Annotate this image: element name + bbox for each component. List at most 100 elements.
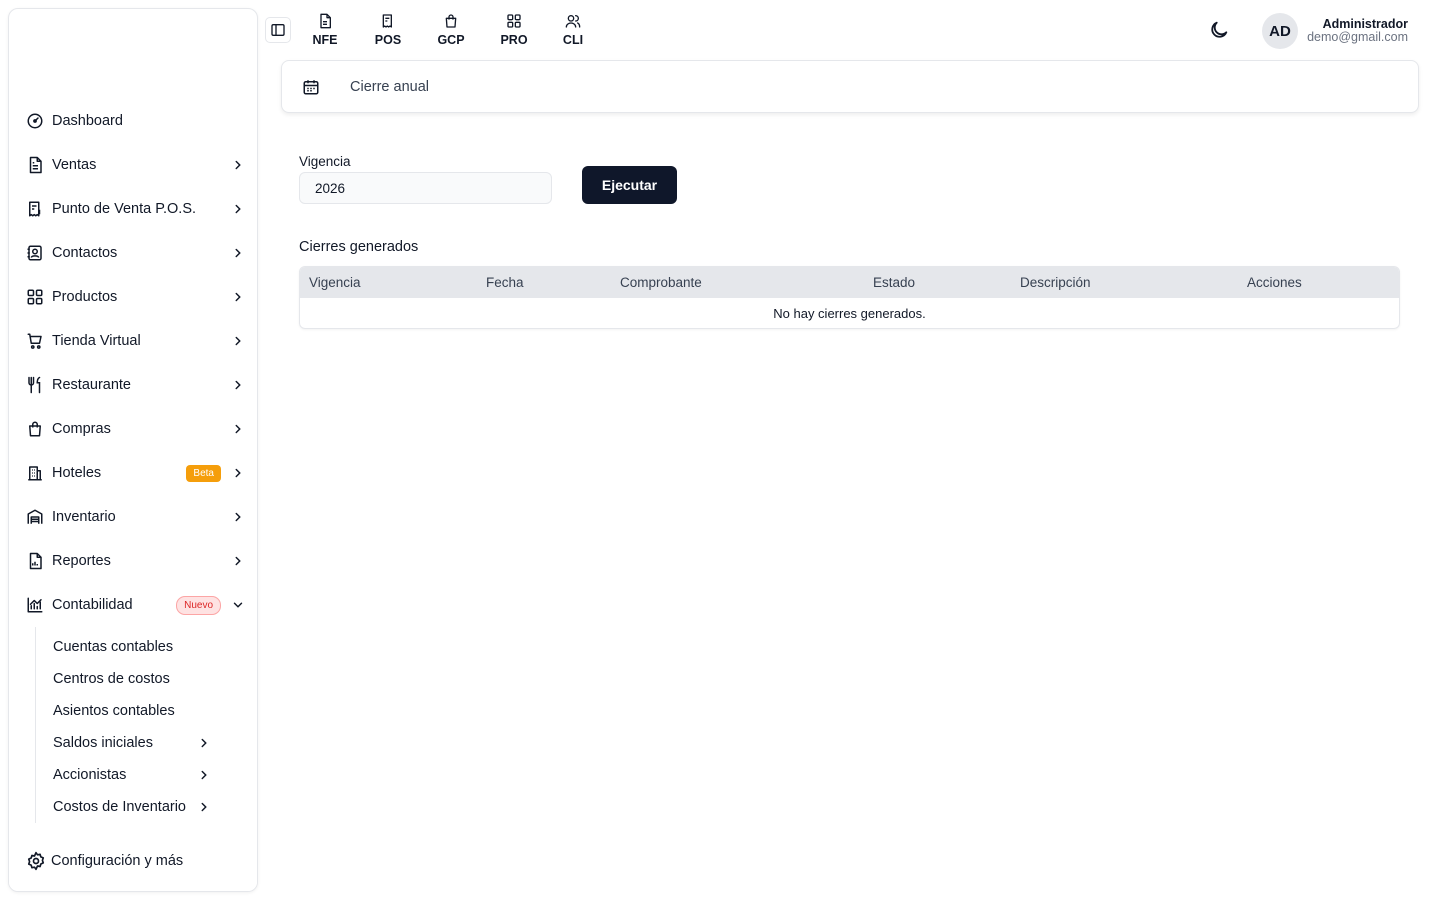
app-pos[interactable]: POS [352, 10, 424, 50]
subitem-label: Cuentas contables [53, 639, 174, 655]
receipt-icon [380, 13, 396, 33]
chevron-right-icon [231, 246, 245, 260]
chevron-right-icon [197, 736, 211, 750]
sidebar-item-label: Contabilidad [52, 597, 133, 613]
app-label: POS [374, 33, 402, 47]
column-header-estado: Estado [873, 275, 916, 290]
settings-button[interactable]: Configuración y más [9, 831, 257, 891]
subitem-saldos-iniciales[interactable]: Saldos iniciales [36, 727, 257, 759]
receipt-icon [26, 200, 44, 218]
sidebar-item-label: Productos [52, 289, 118, 305]
gear-icon [26, 851, 46, 871]
sidebar-item-pos[interactable]: Punto de Venta P.O.S. [9, 187, 257, 231]
app-cli[interactable]: CLI [550, 10, 596, 50]
sidebar-item-restaurante[interactable]: Restaurante [9, 363, 257, 407]
column-header-acciones: Acciones [1247, 275, 1302, 290]
sidebar-item-label: Contactos [52, 245, 118, 261]
column-header-vigencia: Vigencia [309, 275, 361, 290]
sidebar-toggle-button[interactable] [265, 17, 291, 43]
sidebar-item-label: Tienda Virtual [52, 333, 141, 349]
beta-badge: Beta [186, 464, 221, 482]
sidebar-item-label: Punto de Venta P.O.S. [52, 201, 197, 217]
chevron-right-icon [231, 378, 245, 392]
sidebar-item-ventas[interactable]: Ventas [9, 143, 257, 187]
subitem-cuentas-contables[interactable]: Cuentas contables [36, 631, 257, 663]
sidebar-item-contactos[interactable]: Contactos [9, 231, 257, 275]
vigencia-input[interactable] [299, 172, 552, 204]
app-pro[interactable]: PRO [478, 10, 550, 50]
chevron-right-icon [231, 202, 245, 216]
sidebar-item-label: Reportes [52, 553, 111, 569]
app-label: CLI [562, 33, 584, 47]
users-icon [565, 13, 581, 33]
sidebar-item-productos[interactable]: Productos [9, 275, 257, 319]
page-title: Cierre anual [350, 78, 429, 95]
theme-toggle-button[interactable] [1208, 19, 1230, 41]
chevron-down-icon [231, 598, 245, 612]
chevron-right-icon [231, 158, 245, 172]
closings-table: Vigencia Fecha Comprobante Estado Descri… [299, 266, 1400, 329]
sidebar-item-tienda-virtual[interactable]: Tienda Virtual [9, 319, 257, 363]
bag-icon [26, 420, 44, 438]
sidebar-item-compras[interactable]: Compras [9, 407, 257, 451]
contacts-icon [26, 244, 44, 262]
chevron-right-icon [231, 290, 245, 304]
subitem-label: Saldos iniciales [53, 735, 153, 751]
execute-button[interactable]: Ejecutar [582, 166, 677, 204]
sidebar-item-dashboard[interactable]: Dashboard [9, 99, 257, 143]
grid-icon [506, 13, 522, 33]
subitem-centros-de-costos[interactable]: Centros de costos [36, 663, 257, 695]
section-title: Cierres generados [299, 239, 419, 255]
contabilidad-submenu: Cuentas contables Centros de costos Asie… [35, 627, 257, 823]
vigencia-label: Vigencia [299, 154, 351, 169]
dashboard-icon [26, 112, 44, 130]
warehouse-icon [26, 508, 44, 526]
cart-icon [26, 332, 44, 350]
sidebar-item-contabilidad[interactable]: Contabilidad Nuevo [9, 583, 257, 627]
subitem-costos-de-inventario[interactable]: Costos de Inventario [36, 791, 257, 823]
document-icon [26, 156, 44, 174]
sidebar-item-label: Dashboard [52, 113, 123, 129]
column-header-comprobante: Comprobante [620, 275, 702, 290]
chevron-right-icon [231, 422, 245, 436]
settings-label: Configuración y más [51, 853, 184, 869]
chart-icon [26, 596, 44, 614]
sidebar-item-label: Hoteles [52, 465, 102, 481]
user-name: Administrador [1322, 17, 1408, 31]
subitem-label: Costos de Inventario [53, 799, 186, 815]
sidebar-item-reportes[interactable]: Reportes [9, 539, 257, 583]
column-header-fecha: Fecha [486, 275, 524, 290]
page-header-card: Cierre anual [281, 60, 1419, 113]
app-label: NFE [312, 33, 338, 47]
app-gcp[interactable]: GCP [424, 10, 478, 50]
table-header: Vigencia Fecha Comprobante Estado Descri… [300, 267, 1399, 298]
sidebar-item-label: Ventas [52, 157, 97, 173]
subitem-label: Asientos contables [53, 703, 175, 719]
subitem-asientos-contables[interactable]: Asientos contables [36, 695, 257, 727]
app-nfe[interactable]: NFE [300, 10, 350, 50]
subitem-label: Accionistas [53, 767, 127, 783]
user-email: demo@gmail.com [1307, 30, 1408, 44]
app-switcher: NFE POS GCP PRO CLI [300, 10, 596, 50]
subitem-accionistas[interactable]: Accionistas [36, 759, 257, 791]
avatar[interactable]: AD [1262, 13, 1298, 49]
report-icon [26, 552, 44, 570]
building-icon [26, 464, 44, 482]
chevron-right-icon [231, 466, 245, 480]
sidebar-item-hoteles[interactable]: Hoteles Beta [9, 451, 257, 495]
sidebar-item-inventario[interactable]: Inventario [9, 495, 257, 539]
sidebar-nav: Dashboard Ventas Punto de Venta P.O.S. C… [9, 99, 257, 823]
sidebar-item-label: Restaurante [52, 377, 131, 393]
subitem-label: Centros de costos [53, 671, 170, 687]
new-badge: Nuevo [176, 595, 221, 615]
bag-icon [443, 13, 459, 33]
user-info[interactable]: Administrador demo@gmail.com [1307, 17, 1408, 44]
app-label: GCP [437, 33, 465, 47]
chevron-right-icon [197, 800, 211, 814]
moon-icon [1208, 19, 1230, 41]
column-header-descripcion: Descripción [1020, 275, 1091, 290]
app-label: PRO [500, 33, 528, 47]
calendar-icon [302, 78, 320, 96]
file-icon [317, 13, 333, 33]
sidebar-item-label: Inventario [52, 509, 116, 525]
